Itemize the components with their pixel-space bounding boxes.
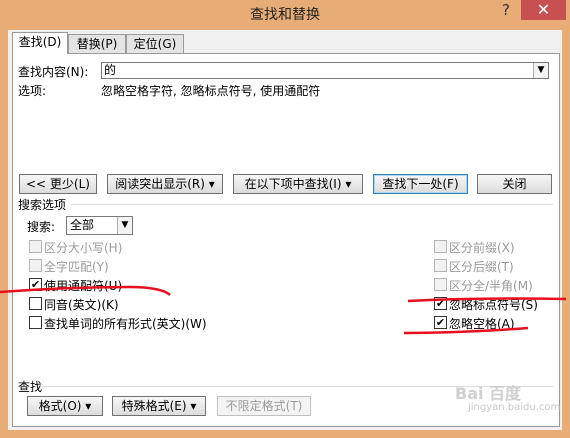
dialog-client-area: 查找(D) 替换(P) 定位(G) 查找内容(N): 的 ▼ 选项: 忽略空格字… xyxy=(8,30,562,430)
reading-highlight-label: 阅读突出显示(R) xyxy=(115,177,205,191)
search-scope-label: 搜索: xyxy=(27,220,56,234)
help-button[interactable]: ? xyxy=(494,0,518,20)
title-bar: 查找和替换 ? ✕ xyxy=(0,0,570,26)
match-suffix-checkbox[interactable] xyxy=(434,259,447,272)
close-window-button[interactable]: ✕ xyxy=(521,0,566,20)
match-width-checkbox[interactable] xyxy=(434,278,447,291)
all-word-forms-label: 查找单词的所有形式(英文)(W) xyxy=(44,317,207,331)
close-button[interactable]: 关闭 xyxy=(477,174,552,194)
tab-find[interactable]: 查找(D) xyxy=(12,32,68,54)
find-next-button[interactable]: 查找下一处(F) xyxy=(373,174,468,194)
ignore-punctuation-checkbox[interactable]: ✔ xyxy=(434,297,447,310)
search-options-divider xyxy=(71,204,553,205)
no-formatting-button[interactable]: 不限定格式(T) xyxy=(217,396,311,416)
options-value: 忽略空格字符, 忽略标点符号, 使用通配符 xyxy=(101,84,321,98)
chevron-down-icon[interactable]: ▼ xyxy=(117,217,132,234)
dialog-title: 查找和替换 xyxy=(250,7,320,23)
dropdown-arrow-icon: ▾ xyxy=(208,177,215,191)
baidu-watermark-url: jingyan.baidu.com xyxy=(468,402,561,413)
all-word-forms-checkbox[interactable] xyxy=(29,316,42,329)
match-prefix-checkbox[interactable] xyxy=(434,240,447,253)
find-what-value: 的 xyxy=(104,63,117,77)
use-wildcards-label: 使用通配符(U) xyxy=(44,279,123,293)
use-wildcards-checkbox[interactable]: ✔ xyxy=(29,278,42,291)
search-options-header: 搜索选项 xyxy=(18,198,67,212)
less-button[interactable]: << 更少(L) xyxy=(19,174,97,194)
dropdown-arrow-icon: ▾ xyxy=(345,177,352,191)
whole-word-label: 全字匹配(Y) xyxy=(44,260,109,274)
find-in-button[interactable]: 在以下项中查找(I) ▾ xyxy=(233,174,363,194)
format-label: 格式(O) xyxy=(38,399,82,413)
find-section-header: 查找 xyxy=(18,380,43,394)
tab-goto[interactable]: 定位(G) xyxy=(126,34,184,53)
special-format-button[interactable]: 特殊格式(E) ▾ xyxy=(112,396,206,416)
chevron-down-icon[interactable]: ▼ xyxy=(533,63,548,78)
match-width-label: 区分全/半角(M) xyxy=(449,279,533,293)
reading-highlight-button[interactable]: 阅读突出显示(R) ▾ xyxy=(107,174,223,194)
find-what-label: 查找内容(N): xyxy=(18,65,89,79)
sounds-like-checkbox[interactable] xyxy=(29,297,42,310)
match-prefix-label: 区分前缀(X) xyxy=(449,241,515,255)
dropdown-arrow-icon: ▾ xyxy=(85,399,92,413)
special-format-label: 特殊格式(E) xyxy=(121,399,187,413)
match-suffix-label: 区分后缀(T) xyxy=(449,260,514,274)
tab-replace[interactable]: 替换(P) xyxy=(68,34,126,53)
match-case-checkbox[interactable] xyxy=(29,240,42,253)
format-button[interactable]: 格式(O) ▾ xyxy=(27,396,103,416)
ignore-punctuation-label: 忽略标点符号(S) xyxy=(449,298,538,312)
find-replace-dialog: 查找和替换 ? ✕ 查找(D) 替换(P) 定位(G) 查找内容(N): 的 ▼… xyxy=(0,0,570,438)
whole-word-checkbox[interactable] xyxy=(29,259,42,272)
dropdown-arrow-icon: ▾ xyxy=(190,399,197,413)
ignore-whitespace-label: 忽略空格(A) xyxy=(449,317,515,331)
options-label: 选项: xyxy=(18,84,47,98)
search-scope-value: 全部 xyxy=(70,218,95,232)
sounds-like-label: 同音(英文)(K) xyxy=(44,298,119,312)
ignore-whitespace-checkbox[interactable]: ✔ xyxy=(434,316,447,329)
search-scope-select[interactable]: 全部 ▼ xyxy=(66,216,133,235)
match-case-label: 区分大小写(H) xyxy=(44,241,123,255)
find-what-input[interactable]: 的 ▼ xyxy=(101,62,549,79)
find-in-label: 在以下项中查找(I) xyxy=(244,177,342,191)
find-tab-panel: 查找内容(N): 的 ▼ 选项: 忽略空格字符, 忽略标点符号, 使用通配符 <… xyxy=(12,53,560,427)
